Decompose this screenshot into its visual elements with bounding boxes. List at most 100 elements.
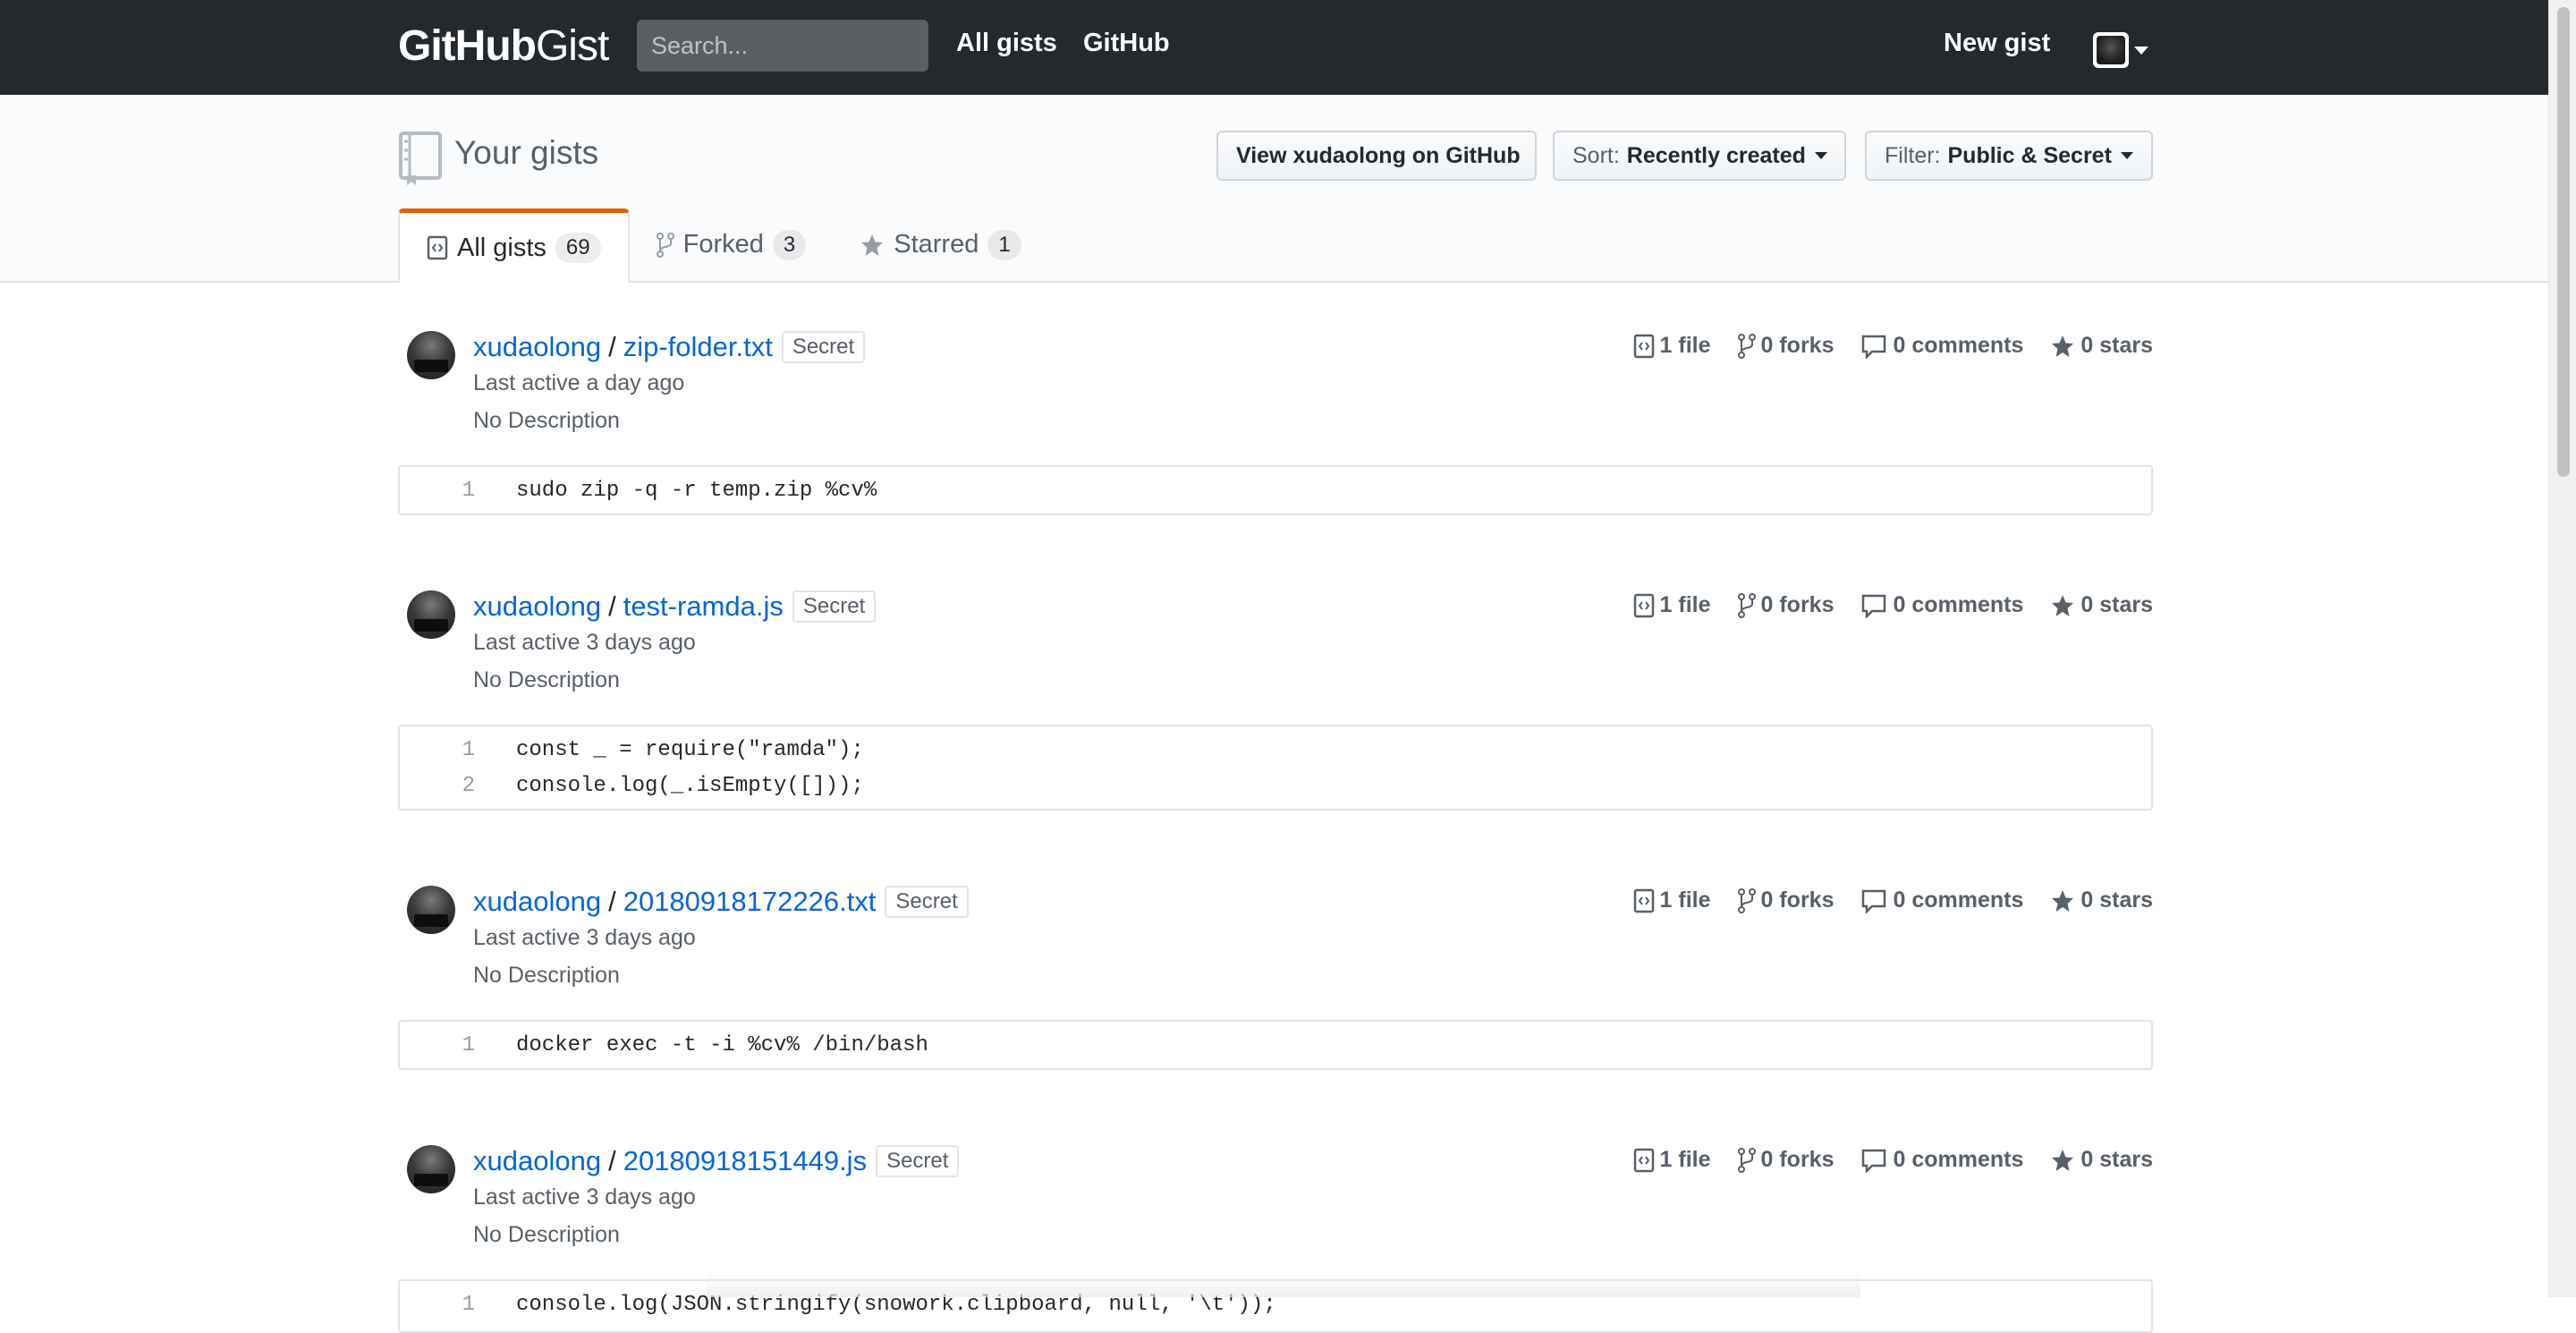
gist-title: xudaolong / test-ramda.js Secret <box>473 590 877 623</box>
nav-github-link[interactable]: GitHub <box>1083 29 1170 58</box>
title-separator: / <box>608 590 616 622</box>
gist-owner-link[interactable]: xudaolong <box>473 886 601 918</box>
caret-down-icon <box>1814 152 1827 159</box>
filter-dropdown[interactable]: Filter: Public & Secret <box>1865 131 2153 181</box>
gist-owner-link[interactable]: xudaolong <box>473 590 601 623</box>
avatar[interactable] <box>407 1145 455 1193</box>
avatar[interactable] <box>407 886 455 934</box>
code-snippet[interactable]: 1 sudo zip -q -r temp.zip %cv% <box>398 465 2153 515</box>
tab-starred[interactable]: Starred 1 <box>833 208 1047 281</box>
title-separator: / <box>608 331 616 362</box>
page-scrollbar[interactable] <box>2548 0 2576 1297</box>
stars-count-link[interactable]: 0 stars <box>2050 592 2153 618</box>
view-profile-button[interactable]: View xudaolong on GitHub <box>1216 131 1537 181</box>
forks-count-link[interactable]: 0 forks <box>1737 333 1835 359</box>
gist-filename-link[interactable]: test-ramda.js <box>623 590 784 623</box>
gist-owner-link[interactable]: xudaolong <box>473 331 601 363</box>
forks-count-link[interactable]: 0 forks <box>1737 592 1834 618</box>
files-count-link[interactable]: 1 file <box>1633 592 1711 618</box>
gist-filename-link[interactable]: 20180918151449.js <box>623 1145 867 1177</box>
line-number: 1 <box>462 1032 475 1057</box>
logo-github-text: GitHub <box>398 21 537 70</box>
comments-count: 0 comments <box>1893 887 2024 913</box>
gist-stats: 1 file 0 forks 0 comments 0 stars <box>1633 887 2153 913</box>
sort-prefix: Sort: <box>1572 142 1620 168</box>
code-snippet[interactable]: 1 const _ = require("ramda"); 2 console.lo… <box>398 725 2153 811</box>
files-count-link[interactable]: 1 file <box>1633 333 1711 359</box>
forks-count: 0 forks <box>1760 887 1835 913</box>
gist-description: No Description <box>473 408 620 433</box>
secret-badge: Secret <box>781 331 866 363</box>
code-line: 1 docker exec -t -i %cv% /bin/bash <box>400 1027 2151 1063</box>
gist-stats: 1 file 0 forks 0 comments 0 stars <box>1633 333 2153 359</box>
tab-all-gists[interactable]: All gists 69 <box>398 208 630 283</box>
gist-filename-link[interactable]: 20180918172226.txt <box>623 886 877 918</box>
view-profile-label: View xudaolong on GitHub <box>1236 142 1521 168</box>
code-file-icon <box>1633 1148 1654 1172</box>
code-text: console.log(_.isEmpty([])); <box>516 773 864 798</box>
files-count-link[interactable]: 1 file <box>1633 887 1711 913</box>
last-active: Last active 3 days ago <box>473 925 696 950</box>
stars-count-link[interactable]: 0 stars <box>2050 1147 2153 1173</box>
comments-count: 0 comments <box>1893 333 2024 358</box>
nav-all-gists-link[interactable]: All gists <box>956 29 1057 58</box>
new-gist-link[interactable]: New gist <box>1944 29 2050 58</box>
user-menu-button[interactable] <box>2093 32 2148 68</box>
filter-value: Public & Secret <box>1947 142 2112 168</box>
fork-icon <box>1737 333 1756 359</box>
line-number: 1 <box>462 1292 475 1317</box>
star-icon <box>2052 889 2074 912</box>
title-separator: / <box>608 1145 616 1176</box>
forks-count: 0 forks <box>1760 1147 1835 1172</box>
stars-count-link[interactable]: 0 stars <box>2050 887 2153 913</box>
code-text: sudo zip -q -r temp.zip %cv% <box>516 478 877 503</box>
comments-count-link[interactable]: 0 comments <box>1860 333 2023 359</box>
tab-counter: 3 <box>772 229 807 260</box>
forks-count-link[interactable]: 0 forks <box>1737 887 1835 913</box>
tab-forked[interactable]: Forked 3 <box>630 208 834 281</box>
fork-icon <box>1737 1147 1756 1173</box>
tab-label: Forked <box>682 230 764 259</box>
scrollbar-thumb[interactable] <box>2557 7 2570 477</box>
gist-description: No Description <box>473 963 620 988</box>
line-number: 1 <box>462 737 475 762</box>
gist-owner-link[interactable]: xudaolong <box>473 1145 601 1177</box>
page-title: Your gists <box>454 134 599 171</box>
tab-counter: 69 <box>555 233 601 263</box>
star-icon <box>2052 335 2074 357</box>
gist-title: xudaolong / 20180918151449.js Secret <box>473 1145 960 1177</box>
code-file-icon <box>1633 888 1654 913</box>
gist-filename-link[interactable]: zip-folder.txt <box>623 331 773 363</box>
star-icon <box>861 233 884 256</box>
subhead <box>0 95 2549 283</box>
tab-label: All gists <box>457 233 547 262</box>
comments-count-link[interactable]: 0 comments <box>1860 887 2023 913</box>
comments-count-link[interactable]: 0 comments <box>1860 1147 2023 1173</box>
secret-badge: Secret <box>876 1145 960 1177</box>
line-number: 1 <box>462 478 475 503</box>
comments-count-link[interactable]: 0 comments <box>1860 592 2023 618</box>
forks-count: 0 forks <box>1760 333 1835 358</box>
gist-tabs: All gists 69 Forked 3 Starred 1 <box>398 208 1048 283</box>
stars-count: 0 stars <box>2080 1147 2153 1172</box>
tab-label: Starred <box>894 230 979 259</box>
forks-count-link[interactable]: 0 forks <box>1737 1147 1835 1173</box>
gist-item: xudaolong / 20180918172226.txt Secret La… <box>398 880 2153 1070</box>
bottom-fade-overlay <box>707 1269 1860 1297</box>
code-line: 2 console.log(_.isEmpty([])); <box>400 768 2151 803</box>
gist-title: xudaolong / 20180918172226.txt Secret <box>473 886 969 918</box>
sort-dropdown[interactable]: Sort: Recently created <box>1553 131 1846 181</box>
stars-count-link[interactable]: 0 stars <box>2050 333 2153 359</box>
files-count-link[interactable]: 1 file <box>1633 1147 1711 1173</box>
files-count: 1 file <box>1659 333 1711 358</box>
github-gist-logo[interactable]: GitHub Gist <box>398 16 609 75</box>
search-input[interactable] <box>637 20 928 72</box>
line-number: 2 <box>462 773 475 798</box>
fork-icon <box>1737 887 1756 913</box>
secret-badge: Secret <box>885 886 969 918</box>
avatar[interactable] <box>407 331 455 379</box>
avatar[interactable] <box>407 590 455 639</box>
gist-item: xudaolong / test-ramda.js Secret Last ac… <box>398 585 2153 811</box>
code-snippet[interactable]: 1 docker exec -t -i %cv% /bin/bash <box>398 1020 2153 1070</box>
secret-badge: Secret <box>792 590 877 623</box>
